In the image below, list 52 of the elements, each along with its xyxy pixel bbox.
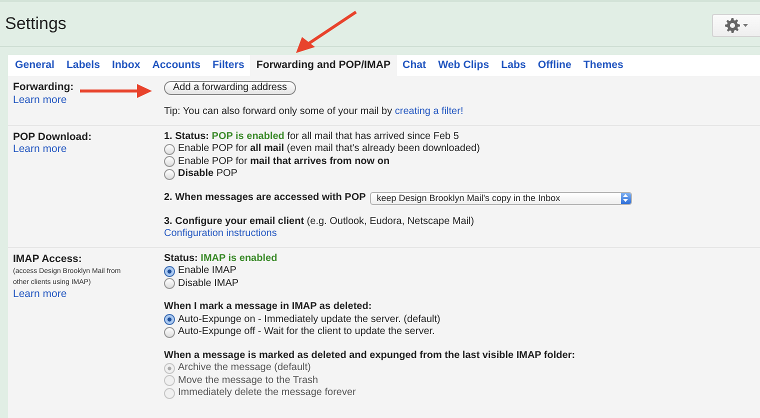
radio-button[interactable]: [164, 266, 175, 277]
settings-icon: [725, 18, 740, 32]
status-text: 1. Status: POP is enabled for all mail that has arrived since Feb 5: [164, 130, 459, 143]
radio-button[interactable]: [164, 278, 175, 290]
radio-button[interactable]: [164, 314, 175, 326]
settings-tab[interactable]: Web Clips: [432, 55, 496, 76]
learn-more-link[interactable]: Learn more: [13, 94, 67, 106]
radio-label: Immediately delete the message forever: [178, 387, 356, 400]
tip-text: Tip: You can also forward only some of your mail by creating a filter!: [164, 106, 464, 118]
settings-tab[interactable]: Themes: [577, 55, 630, 76]
annotation-arrow: [296, 10, 357, 53]
radio-button[interactable]: [164, 144, 175, 155]
section-label: Forwarding:: [13, 81, 74, 94]
annotation-arrow: [80, 84, 152, 98]
radio-label: Auto-Expunge on - Immediately update the server. (default): [178, 314, 440, 326]
radio-label: Enable IMAP: [178, 265, 236, 278]
settings-tab[interactable]: Offline: [532, 55, 578, 76]
learn-more-link[interactable]: Learn more: [13, 143, 67, 156]
option-label: 2. When messages are accessed with POP: [164, 192, 366, 204]
settings-button[interactable]: [712, 14, 760, 36]
learn-more-link[interactable]: Learn more: [13, 288, 67, 300]
caret-icon: [743, 24, 748, 26]
pop-action-dropdown[interactable]: keep Design Brooklyn Mail's copy in the Inbox: [370, 192, 632, 204]
radio-label: Enable POP for mail that arrives from now on: [178, 156, 390, 168]
radio-label: Disable POP: [178, 168, 238, 180]
settings-tab[interactable]: Chat: [396, 55, 432, 76]
page-title: Settings: [5, 14, 66, 34]
settings-tab[interactable]: Labels: [60, 55, 106, 76]
settings-tab[interactable]: Forwarding and POP/IMAP: [250, 55, 397, 76]
radio-button[interactable]: [164, 168, 175, 180]
settings-tab[interactable]: Filters: [206, 55, 250, 76]
stepper-icon: [623, 194, 628, 202]
radio-label: Auto-Expunge off - Wait for the client to update the server.: [178, 326, 435, 338]
settings-tab[interactable]: Labs: [495, 55, 532, 76]
instructions-link[interactable]: Configuration instructions: [164, 228, 277, 240]
option-text: 3. Configure your email client (e.g. Outlook, Eudora, Netscape Mail): [164, 216, 474, 228]
radio-label: Archive the message (default): [178, 362, 311, 374]
settings-tab[interactable]: Accounts: [146, 55, 207, 76]
section-label: IMAP Access:: [13, 252, 82, 265]
status-text: Status: IMAP is enabled: [164, 252, 278, 265]
option-heading: When I mark a message in IMAP as deleted:: [164, 301, 372, 314]
settings-tab[interactable]: General: [9, 55, 60, 76]
create-filter-link[interactable]: creating a filter!: [394, 106, 464, 117]
radio-label: Enable POP for all mail (even mail that's already been downloaded): [178, 143, 480, 156]
radio-label: Move the message to the Trash: [178, 374, 318, 387]
option-heading: When a message is marked as deleted and expunged from the last visible IMAP folder:: [164, 350, 576, 362]
add-forwarding-button[interactable]: Add a forwarding address: [164, 81, 296, 95]
settings-tab[interactable]: Inbox: [106, 55, 146, 76]
section-label: POP Download:: [13, 130, 92, 143]
radio-button[interactable]: [164, 156, 175, 168]
radio-label: Disable IMAP: [178, 278, 239, 290]
radio-button[interactable]: [164, 326, 175, 338]
